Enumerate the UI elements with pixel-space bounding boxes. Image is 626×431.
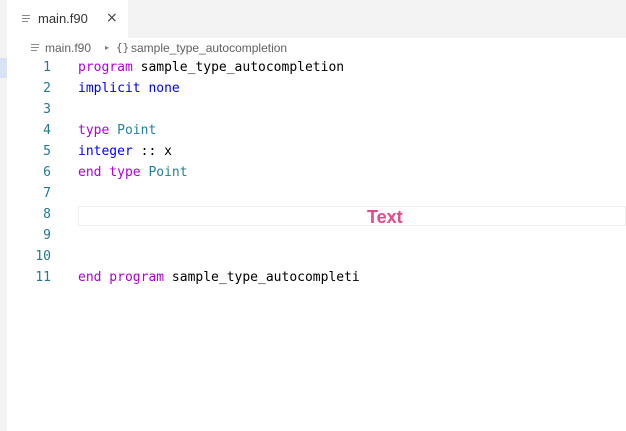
text-overlay-label: Text xyxy=(367,207,403,227)
line-number: 1 xyxy=(43,60,51,75)
line-number: 11 xyxy=(35,270,51,285)
code-token: :: x xyxy=(132,144,172,159)
code-token: Point xyxy=(117,123,157,138)
file-lines-icon xyxy=(31,44,39,51)
code-line[interactable]: 7 xyxy=(7,184,626,205)
line-number: 9 xyxy=(43,228,51,243)
line-number: 5 xyxy=(43,144,51,159)
line-number: 8 xyxy=(43,207,51,222)
line-number: 10 xyxy=(35,249,51,264)
code-line[interactable]: 3 xyxy=(7,100,626,121)
breadcrumb: main.f90 ▸ {} sample_type_autocompletion xyxy=(7,38,626,58)
code-token: Point xyxy=(148,165,188,180)
tab-title: main.f90 xyxy=(38,11,88,26)
code-line[interactable]: 1 program sample_type_autocompletion xyxy=(7,58,626,79)
code-line[interactable]: 4 type Point xyxy=(7,121,626,142)
braces-icon: {} xyxy=(116,41,130,54)
code-token: implicit none xyxy=(78,81,180,96)
code-text[interactable]: end type Point xyxy=(78,165,188,180)
code-line[interactable]: 2 implicit none xyxy=(7,79,626,100)
code-token: sample_type_autocompletion xyxy=(132,60,345,75)
code-text[interactable]: type Point xyxy=(78,123,156,138)
code-token: program xyxy=(78,60,133,75)
code-token: integer xyxy=(78,144,133,159)
close-icon[interactable]: × xyxy=(106,10,118,26)
code-line[interactable]: 8 xyxy=(7,205,626,226)
left-edge-highlight xyxy=(0,58,7,78)
code-line[interactable]: 10 xyxy=(7,247,626,268)
line-number: 6 xyxy=(43,165,51,180)
code-line[interactable]: 6 end type Point xyxy=(7,163,626,184)
code-text[interactable]: implicit none xyxy=(78,81,180,96)
code-line[interactable]: 5 integer :: x xyxy=(7,142,626,163)
code-text[interactable]: end program sample_type_autocompleti xyxy=(78,270,360,285)
code-text[interactable]: program sample_type_autocompletion xyxy=(78,60,344,75)
code-token: end type xyxy=(78,165,141,180)
left-edge-strip xyxy=(0,0,7,431)
line-number: 2 xyxy=(43,81,51,96)
file-lines-icon xyxy=(22,15,30,22)
line-number: 3 xyxy=(43,102,51,117)
tab-main-f90[interactable]: main.f90 × xyxy=(7,0,128,38)
code-line[interactable]: 9 xyxy=(7,226,626,247)
code-text[interactable]: integer :: x xyxy=(78,144,172,159)
breadcrumb-symbol[interactable]: sample_type_autocompletion xyxy=(131,41,287,55)
line-number: 7 xyxy=(43,186,51,201)
code-token: end program xyxy=(78,270,165,285)
code-line[interactable]: 11 end program sample_type_autocompleti xyxy=(7,268,626,289)
tab-bar: main.f90 × xyxy=(7,0,626,38)
code-token: sample_type_autocompleti xyxy=(164,270,360,285)
breadcrumb-file[interactable]: main.f90 xyxy=(45,41,91,55)
line-number: 4 xyxy=(43,123,51,138)
chevron-right-icon: ▸ xyxy=(105,43,110,52)
code-token: type xyxy=(78,123,110,138)
code-editor[interactable]: 1 program sample_type_autocompletion 2 impl… xyxy=(7,58,626,431)
